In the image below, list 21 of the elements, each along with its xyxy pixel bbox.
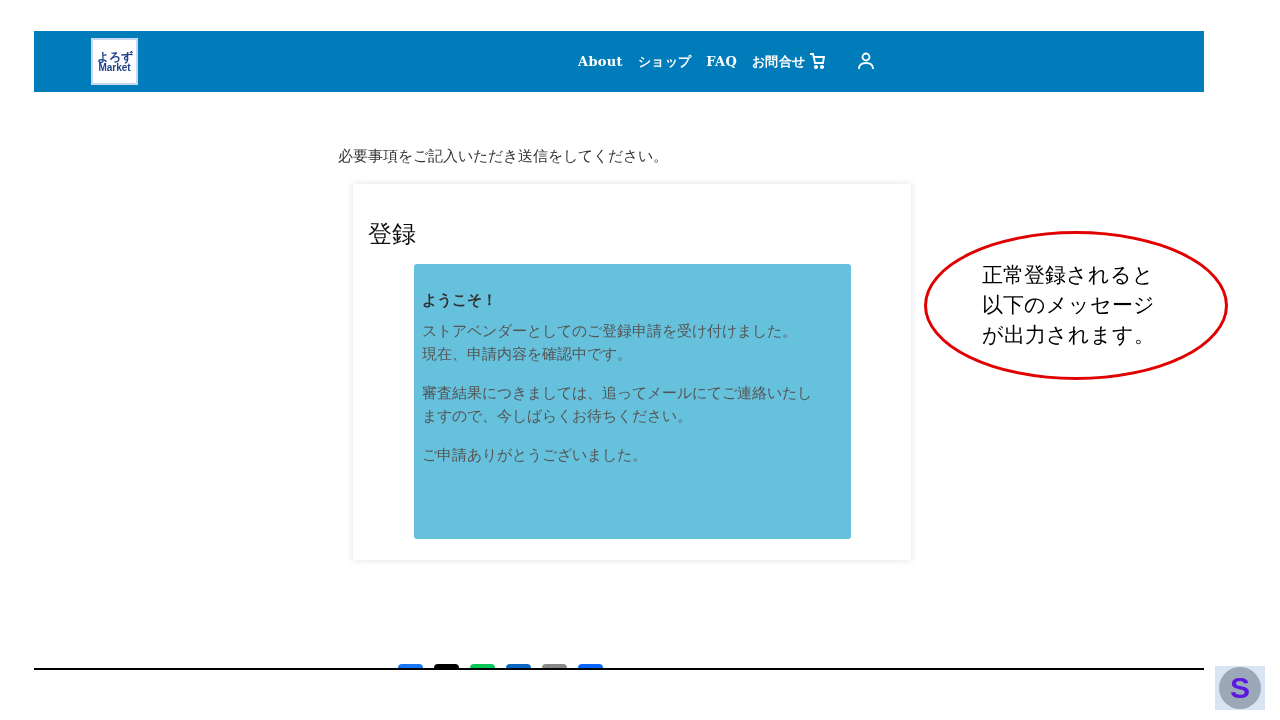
annotation-line: が出力されます。 [982, 322, 1155, 348]
nav-link[interactable]: お問合せ [752, 51, 806, 72]
logo-letter: S [1230, 673, 1250, 703]
logo-text: Market [98, 62, 131, 73]
message-line: ご申請ありがとうございました。 [422, 445, 648, 465]
message-line: ますので、今しばらくお待ちください。 [422, 406, 693, 426]
nav-link[interactable]: FAQ [706, 51, 738, 72]
intro-text: 必要事項をご記入いただき送信をしてください。 [338, 146, 668, 166]
card-title: 登録 [368, 219, 416, 249]
message-heading: ようこそ！ [422, 290, 498, 310]
nav-link[interactable]: ショップ [637, 51, 692, 72]
user-icon[interactable] [857, 52, 875, 70]
annotation-line: 正常登録されると [982, 262, 1155, 288]
annotation-line: 以下のメッセージ [982, 292, 1155, 318]
message-line: 審査結果につきましては、追ってメールにてご連絡いたし [422, 383, 813, 403]
message-line: ストアベンダーとしてのご登録申請を受け付けました。 [422, 321, 798, 341]
message-line: 現在、申請内容を確認中です。 [422, 344, 633, 364]
cart-icon[interactable] [809, 52, 827, 70]
nav-link[interactable]: About [578, 51, 623, 72]
logo-text: よろず [96, 50, 133, 63]
site-logo[interactable]: よろず Market [91, 38, 138, 85]
